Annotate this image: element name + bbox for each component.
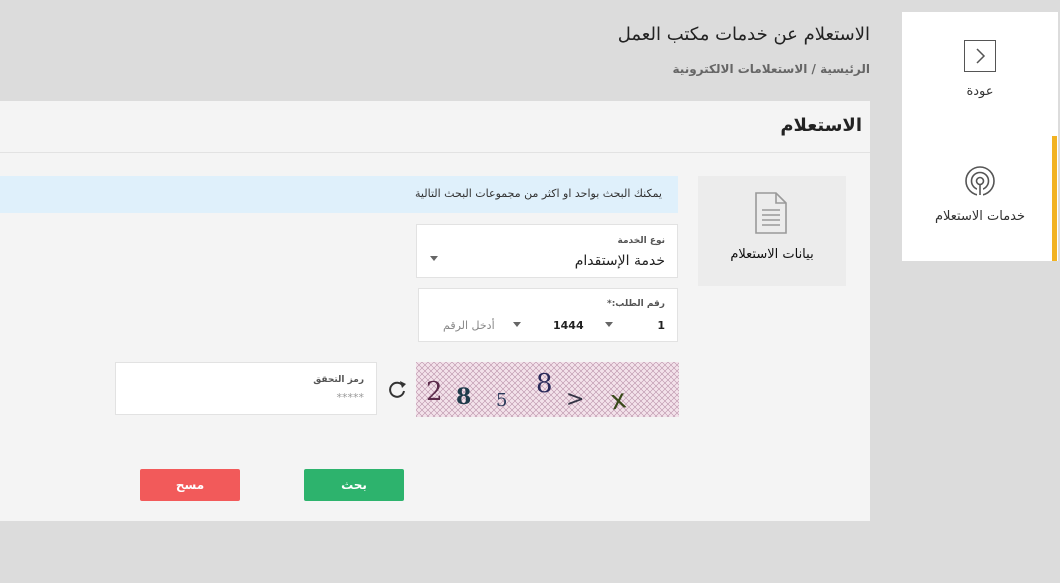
request-type-select[interactable]: 1 [657, 319, 665, 332]
request-number-input[interactable]: أدخل الرقم [443, 319, 495, 332]
nav-item-inquiry-services[interactable]: خدمات الاستعلام [902, 134, 1058, 261]
tab-inquiry-data[interactable]: بيانات الاستعلام [698, 176, 846, 286]
verification-code-label: رمز التحقق [313, 375, 364, 385]
refresh-icon[interactable] [386, 378, 408, 400]
search-button[interactable]: بحث [304, 469, 404, 501]
caret-down-icon[interactable] [513, 322, 521, 327]
back-label: عودة [966, 84, 994, 99]
inquiry-panel: الاستعلام بيانات الاستعلام يمكنك البحث ب… [0, 101, 870, 521]
document-icon [754, 192, 788, 238]
panel-header: الاستعلام [0, 101, 870, 153]
caret-down-icon[interactable] [605, 322, 613, 327]
request-year-select[interactable]: 1444 [553, 319, 584, 332]
side-nav: عودة خدمات الاستعلام [902, 12, 1058, 261]
caret-down-icon [430, 256, 438, 261]
back-button[interactable]: عودة [902, 12, 1058, 134]
captcha-image: 2 8 5 8 > x [416, 362, 679, 417]
verification-code-input[interactable] [164, 391, 364, 404]
panel-title: الاستعلام [780, 115, 862, 136]
broadcast-icon [960, 164, 1000, 208]
info-message: يمكنك البحث بواحد او اكثر من مجموعات الب… [0, 176, 678, 213]
chevron-right-icon [964, 40, 996, 72]
svg-text:>: > [566, 387, 584, 412]
info-text: يمكنك البحث بواحد او اكثر من مجموعات الب… [415, 187, 662, 200]
clear-button[interactable]: مسح [140, 469, 240, 501]
svg-text:2: 2 [426, 377, 443, 407]
page-title: الاستعلام عن خدمات مكتب العمل [617, 24, 870, 45]
svg-text:8: 8 [456, 384, 471, 410]
tab-label: بيانات الاستعلام [730, 247, 814, 262]
svg-text:8: 8 [536, 369, 553, 399]
svg-text:5: 5 [496, 390, 507, 411]
request-number-label: رقم الطلب:* [606, 299, 665, 309]
breadcrumb[interactable]: الرئيسية / الاستعلامات الالكترونية [673, 62, 870, 76]
service-type-value: خدمة الإستقدام [574, 253, 665, 269]
nav-item-label: خدمات الاستعلام [934, 209, 1026, 224]
verification-code-field: رمز التحقق [115, 362, 377, 415]
request-number-group: رقم الطلب:* 1 1444 أدخل الرقم [418, 288, 678, 342]
service-type-select[interactable]: نوع الخدمة خدمة الإستقدام [416, 224, 678, 278]
active-indicator [1052, 136, 1057, 261]
service-type-label: نوع الخدمة [617, 236, 665, 246]
